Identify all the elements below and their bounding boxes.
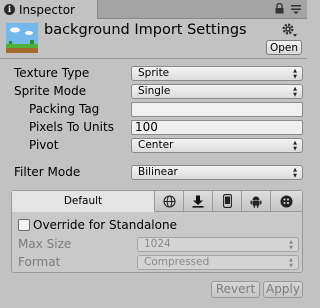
override-checkbox[interactable] — [18, 219, 30, 231]
asset-title: background Import Settings — [44, 22, 247, 38]
platform-tab-default[interactable]: Default — [12, 191, 155, 212]
phone-icon — [222, 194, 232, 208]
sprite-mode-label: Sprite Mode — [14, 84, 87, 98]
tab-inspector[interactable]: i Inspector — [0, 0, 98, 19]
platform-tab-blackberry[interactable] — [271, 191, 302, 212]
pixels-to-units-field[interactable]: 100 — [131, 120, 303, 135]
dropdown-arrow-icon: ▲ ▼ — [293, 68, 297, 80]
texture-type-value: Sprite — [138, 67, 170, 79]
platform-tab-android[interactable] — [242, 191, 271, 212]
android-icon — [250, 196, 262, 208]
lock-icon[interactable] — [275, 3, 284, 14]
tab-inspector-label: Inspector — [19, 2, 75, 17]
max-size-dropdown[interactable]: 1024 ▲ ▼ — [137, 237, 299, 252]
platform-tab-web[interactable] — [155, 191, 184, 212]
format-dropdown[interactable]: Compressed ▲ ▼ — [137, 255, 299, 270]
dropdown-arrow-icon: ▲ ▼ — [293, 86, 297, 98]
blackberry-icon — [280, 195, 293, 207]
open-button[interactable]: Open — [266, 40, 302, 55]
max-size-value: 1024 — [144, 238, 171, 250]
texture-type-label: Texture Type — [14, 66, 90, 80]
sprite-mode-dropdown[interactable]: Single ▲ ▼ — [131, 84, 303, 99]
info-icon: i — [4, 4, 15, 15]
filter-mode-label: Filter Mode — [14, 165, 81, 179]
max-size-label: Max Size — [18, 237, 72, 251]
packing-tag-field[interactable] — [131, 102, 303, 117]
pivot-value: Center — [138, 139, 174, 151]
dropdown-arrow-icon: ▲ ▼ — [289, 257, 293, 269]
dropdown-arrow-icon: ▲ ▼ — [293, 140, 297, 152]
dropdown-arrow-icon: ▲ ▼ — [293, 167, 297, 179]
header-divider — [0, 58, 307, 59]
platform-tab-ios[interactable] — [213, 191, 242, 212]
dropdown-arrow-icon: ▲ ▼ — [289, 239, 293, 251]
download-icon — [192, 195, 204, 208]
filter-mode-value: Bilinear — [138, 166, 178, 178]
pivot-label: Pivot — [29, 138, 59, 152]
tab-menu-icon[interactable] — [290, 4, 302, 14]
platform-tab-bar: Default — [12, 191, 302, 212]
filter-mode-dropdown[interactable]: Bilinear ▲ ▼ — [131, 165, 303, 180]
pivot-dropdown[interactable]: Center ▲ ▼ — [131, 138, 303, 153]
globe-icon — [162, 194, 176, 208]
texture-thumbnail — [6, 23, 38, 53]
override-label: Override for Standalone — [33, 218, 177, 232]
revert-button[interactable]: Revert — [211, 281, 260, 298]
pixels-to-units-label: Pixels To Units — [29, 120, 114, 134]
sprite-mode-value: Single — [138, 85, 171, 97]
platform-tab-standalone[interactable] — [184, 191, 213, 212]
texture-type-dropdown[interactable]: Sprite ▲ ▼ — [131, 66, 303, 81]
apply-button[interactable]: Apply — [263, 281, 303, 298]
gear-icon[interactable] — [282, 22, 298, 38]
format-value: Compressed — [144, 256, 210, 268]
format-label: Format — [18, 255, 61, 269]
packing-tag-label: Packing Tag — [29, 102, 100, 116]
platform-tab-default-label: Default — [63, 195, 103, 207]
